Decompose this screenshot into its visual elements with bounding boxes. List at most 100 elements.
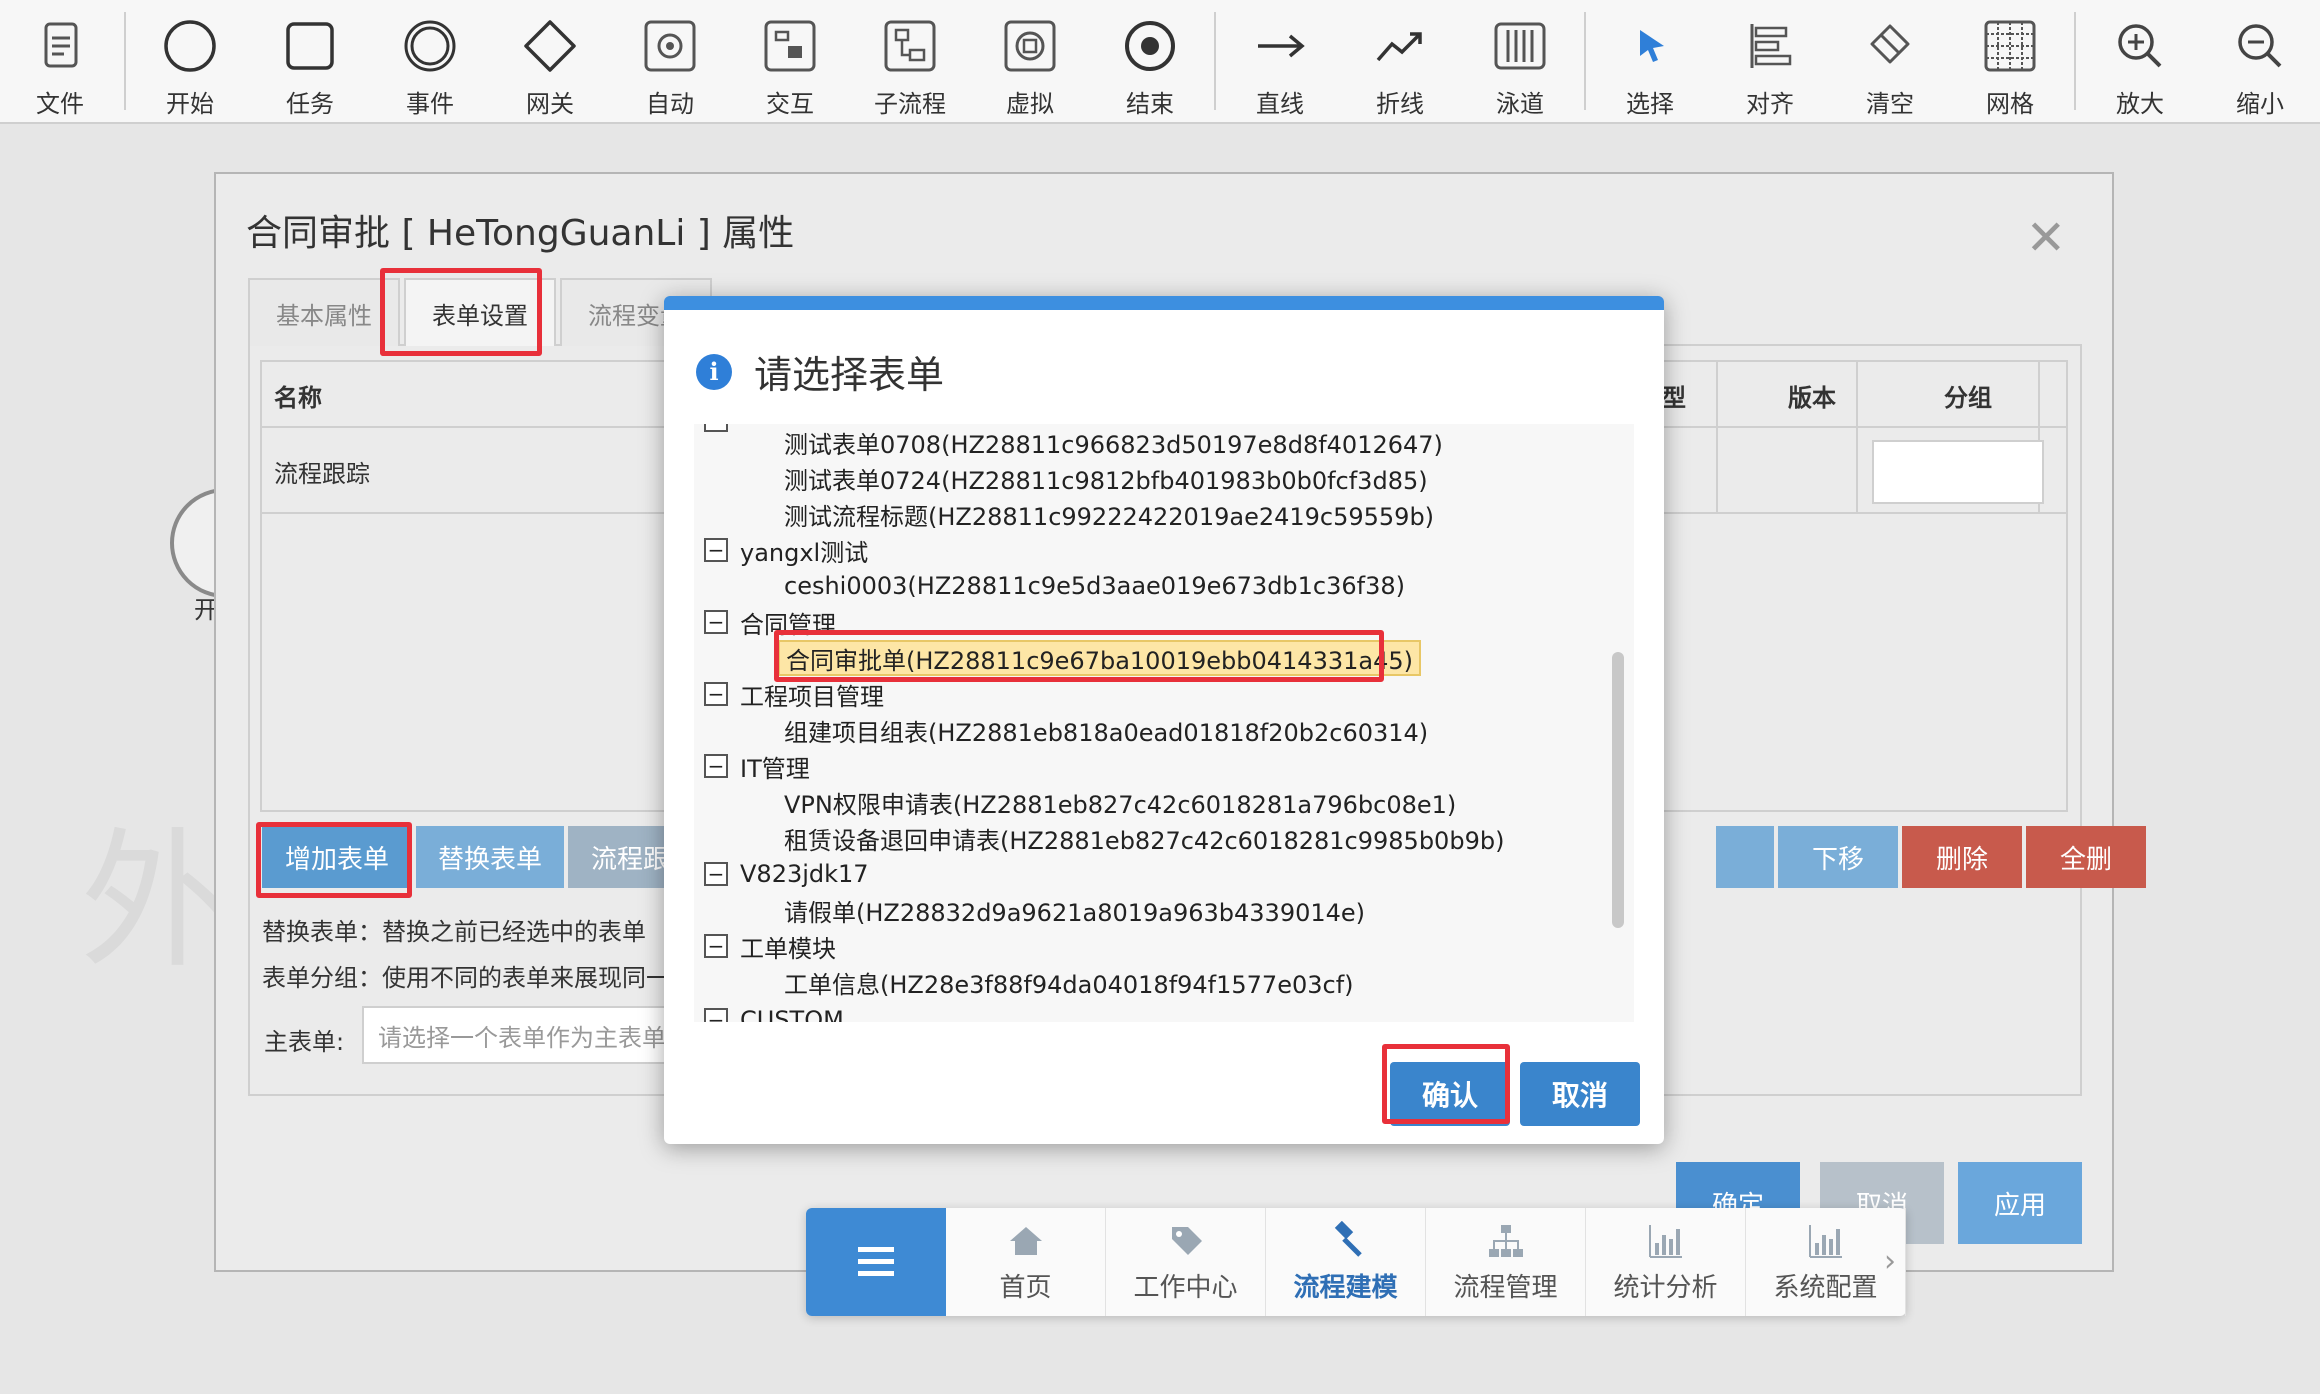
collapse-icon[interactable]: − bbox=[704, 1008, 728, 1022]
nav-statistics[interactable]: 统计分析 bbox=[1586, 1208, 1746, 1316]
tab-form-settings[interactable]: 表单设置 bbox=[404, 278, 556, 346]
tree-group[interactable]: − 工单模块 bbox=[704, 928, 836, 964]
toolbar-auto-button[interactable]: 自动 bbox=[610, 0, 730, 122]
close-icon[interactable]: ✕ bbox=[2026, 214, 2066, 262]
tab-basic-properties[interactable]: 基本属性 bbox=[248, 278, 400, 346]
collapse-icon[interactable]: − bbox=[704, 934, 728, 958]
form-tree[interactable]: − 测试表单0708(HZ28811c966823d50197e8d8f4012… bbox=[694, 424, 1634, 1022]
tree-leaf[interactable]: 工单信息(HZ28e3f88f94da04018f94f1577e03cf) bbox=[784, 964, 1354, 1000]
hamburger-menu-icon[interactable] bbox=[806, 1208, 946, 1316]
delete-button[interactable]: 删除 bbox=[1902, 826, 2022, 888]
tree-group[interactable]: − 合同管理 bbox=[704, 604, 836, 640]
collapse-icon[interactable]: − bbox=[704, 538, 728, 562]
collapse-icon[interactable]: − bbox=[704, 862, 728, 886]
toolbar-divider bbox=[1584, 12, 1586, 110]
nav-home[interactable]: 首页 bbox=[946, 1208, 1106, 1316]
tree-group-label: IT管理 bbox=[740, 754, 810, 783]
toolbar-clear-button[interactable]: 清空 bbox=[1830, 0, 1950, 122]
toolbar: 文件 开始 任务 事件 网关 自动 交互 子流程 虚拟 结束 直线 折线 泳道 … bbox=[0, 0, 2320, 124]
toolbar-subprocess-button[interactable]: 子流程 bbox=[850, 0, 970, 122]
toolbar-label: 放大 bbox=[2116, 90, 2164, 118]
toolbar-select-button[interactable]: 选择 bbox=[1590, 0, 1710, 122]
zoom-in-icon bbox=[2118, 24, 2162, 68]
toolbar-label: 对齐 bbox=[1746, 90, 1794, 118]
column-group-header: 分组 bbox=[1944, 383, 1992, 412]
replace-form-button[interactable]: 替换表单 bbox=[416, 826, 564, 888]
add-form-button[interactable]: 增加表单 bbox=[262, 826, 412, 888]
delete-all-button[interactable]: 全删 bbox=[2026, 826, 2146, 888]
row-name-cell: 流程跟踪 bbox=[274, 459, 370, 488]
toolbar-zoomin-button[interactable]: 放大 bbox=[2080, 0, 2200, 122]
toolbar-end-button[interactable]: 结束 bbox=[1090, 0, 1210, 122]
toolbar-line-button[interactable]: 直线 bbox=[1220, 0, 1340, 122]
info-icon: i bbox=[696, 353, 732, 390]
select-form-modal: i 请选择表单 − 测试表单0708(HZ28811c966823d50197e… bbox=[664, 296, 1664, 1144]
canvas-watermark: 外 bbox=[80, 815, 231, 989]
toolbar-lane-button[interactable]: 泳道 bbox=[1460, 0, 1580, 122]
apply-button[interactable]: 应用 bbox=[1958, 1162, 2082, 1244]
chevron-right-icon[interactable]: › bbox=[1884, 1244, 1896, 1279]
tree-leaf[interactable]: 请假单(HZ28832d9a9621a8019a963b4339014e) bbox=[784, 892, 1365, 928]
nav-label: 统计分析 bbox=[1613, 1272, 1718, 1303]
tree-leaf[interactable]: 测试表单0724(HZ28811c9812bfb401983b0b0fcf3d8… bbox=[784, 460, 1428, 496]
collapse-icon[interactable]: − bbox=[704, 424, 728, 432]
toolbar-polyline-button[interactable]: 折线 bbox=[1340, 0, 1460, 122]
nav-work-center[interactable]: 工作中心 bbox=[1106, 1208, 1266, 1316]
tree-leaf[interactable]: 组建项目组表(HZ2881eb818a0ead01818f20b2c60314) bbox=[784, 712, 1428, 748]
toolbar-interact-button[interactable]: 交互 bbox=[730, 0, 850, 122]
toolbar-label: 交互 bbox=[766, 90, 814, 118]
toolbar-event-button[interactable]: 事件 bbox=[370, 0, 490, 122]
toolbar-start-button[interactable]: 开始 bbox=[130, 0, 250, 122]
toolbar-label: 文件 bbox=[36, 90, 84, 118]
tree-group[interactable]: − IT管理 bbox=[704, 748, 810, 784]
collapse-icon[interactable]: − bbox=[704, 754, 728, 778]
toolbar-label: 结束 bbox=[1126, 90, 1174, 118]
toolbar-divider bbox=[2074, 12, 2076, 110]
modal-header: i 请选择表单 bbox=[696, 344, 944, 399]
modal-cancel-button[interactable]: 取消 bbox=[1520, 1062, 1640, 1126]
gateway-diamond-icon bbox=[524, 20, 576, 72]
toolbar-virtual-button[interactable]: 虚拟 bbox=[970, 0, 1090, 122]
properties-dialog-title: 合同审批 [ HeTongGuanLi ] 属性 bbox=[246, 213, 795, 254]
gear-icon bbox=[644, 20, 696, 72]
tree-group[interactable]: − V823jdk17 bbox=[704, 856, 869, 892]
tag-icon bbox=[1171, 1226, 1202, 1255]
tree-leaf-selected[interactable]: 合同审批单(HZ28811c9e67ba10019ebb0414331a45) bbox=[778, 640, 1421, 676]
tree-leaf[interactable]: 测试表单0708(HZ28811c966823d50197e8d8f401264… bbox=[784, 424, 1443, 460]
move-down-button[interactable]: 下移 bbox=[1778, 826, 1898, 888]
tree-group-label: CUSTOM bbox=[740, 1006, 844, 1022]
toolbar-task-button[interactable]: 任务 bbox=[250, 0, 370, 122]
tree-toggle-partial[interactable]: − bbox=[704, 424, 740, 438]
nav-process-management[interactable]: 流程管理 bbox=[1426, 1208, 1586, 1316]
toolbar-align-button[interactable]: 对齐 bbox=[1710, 0, 1830, 122]
subprocess-icon bbox=[884, 20, 936, 72]
tree-leaf[interactable]: ceshi0003(HZ28811c9e5d3aae019e673db1c36f… bbox=[784, 568, 1405, 604]
tree-group-label: 合同管理 bbox=[740, 610, 836, 639]
toolbar-zoomout-button[interactable]: 缩小 bbox=[2200, 0, 2320, 122]
tree-group[interactable]: − 工程项目管理 bbox=[704, 676, 884, 712]
org-chart-icon bbox=[1488, 1224, 1523, 1257]
nav-system-config[interactable]: 系统配置 bbox=[1746, 1208, 1906, 1316]
collapse-icon[interactable]: − bbox=[704, 610, 728, 634]
toolbar-gateway-button[interactable]: 网关 bbox=[490, 0, 610, 122]
tree-leaf[interactable]: VPN权限申请表(HZ2881eb827c42c6018281a796bc08e… bbox=[784, 784, 1456, 820]
align-icon bbox=[1750, 24, 1792, 68]
confirm-button[interactable]: 确认 bbox=[1390, 1062, 1510, 1126]
toolbar-file-button[interactable]: 文件 bbox=[0, 0, 120, 122]
tree-leaf[interactable]: 测试流程标题(HZ28811c99222422019ae2419c59559b) bbox=[784, 496, 1434, 532]
toolbar-label: 事件 bbox=[406, 90, 454, 118]
arrow-right-icon bbox=[1258, 34, 1305, 58]
group-input[interactable] bbox=[1872, 440, 2044, 504]
tree-group[interactable]: − yangxl测试 bbox=[704, 532, 868, 568]
bar-chart-icon bbox=[1808, 1224, 1842, 1258]
tree-scrollbar[interactable] bbox=[1612, 652, 1624, 928]
toolbar-grid-button[interactable]: 网格 bbox=[1950, 0, 2070, 122]
column-name-header: 名称 bbox=[274, 383, 322, 412]
tree-group[interactable]: − CUSTOM bbox=[704, 1002, 844, 1022]
collapse-icon[interactable]: − bbox=[704, 682, 728, 706]
help-replace-text: 替换表单：替换之前已经选中的表单 bbox=[262, 918, 646, 946]
bottom-nav: 首页 工作中心 流程建模 流程管理 统计分析 系统配置 › bbox=[806, 1208, 1906, 1316]
move-up-button-partial[interactable] bbox=[1716, 826, 1774, 888]
nav-process-modeling[interactable]: 流程建模 bbox=[1266, 1208, 1426, 1316]
tree-leaf[interactable]: 租赁设备退回申请表(HZ2881eb827c42c6018281c9985b0b… bbox=[784, 820, 1504, 856]
